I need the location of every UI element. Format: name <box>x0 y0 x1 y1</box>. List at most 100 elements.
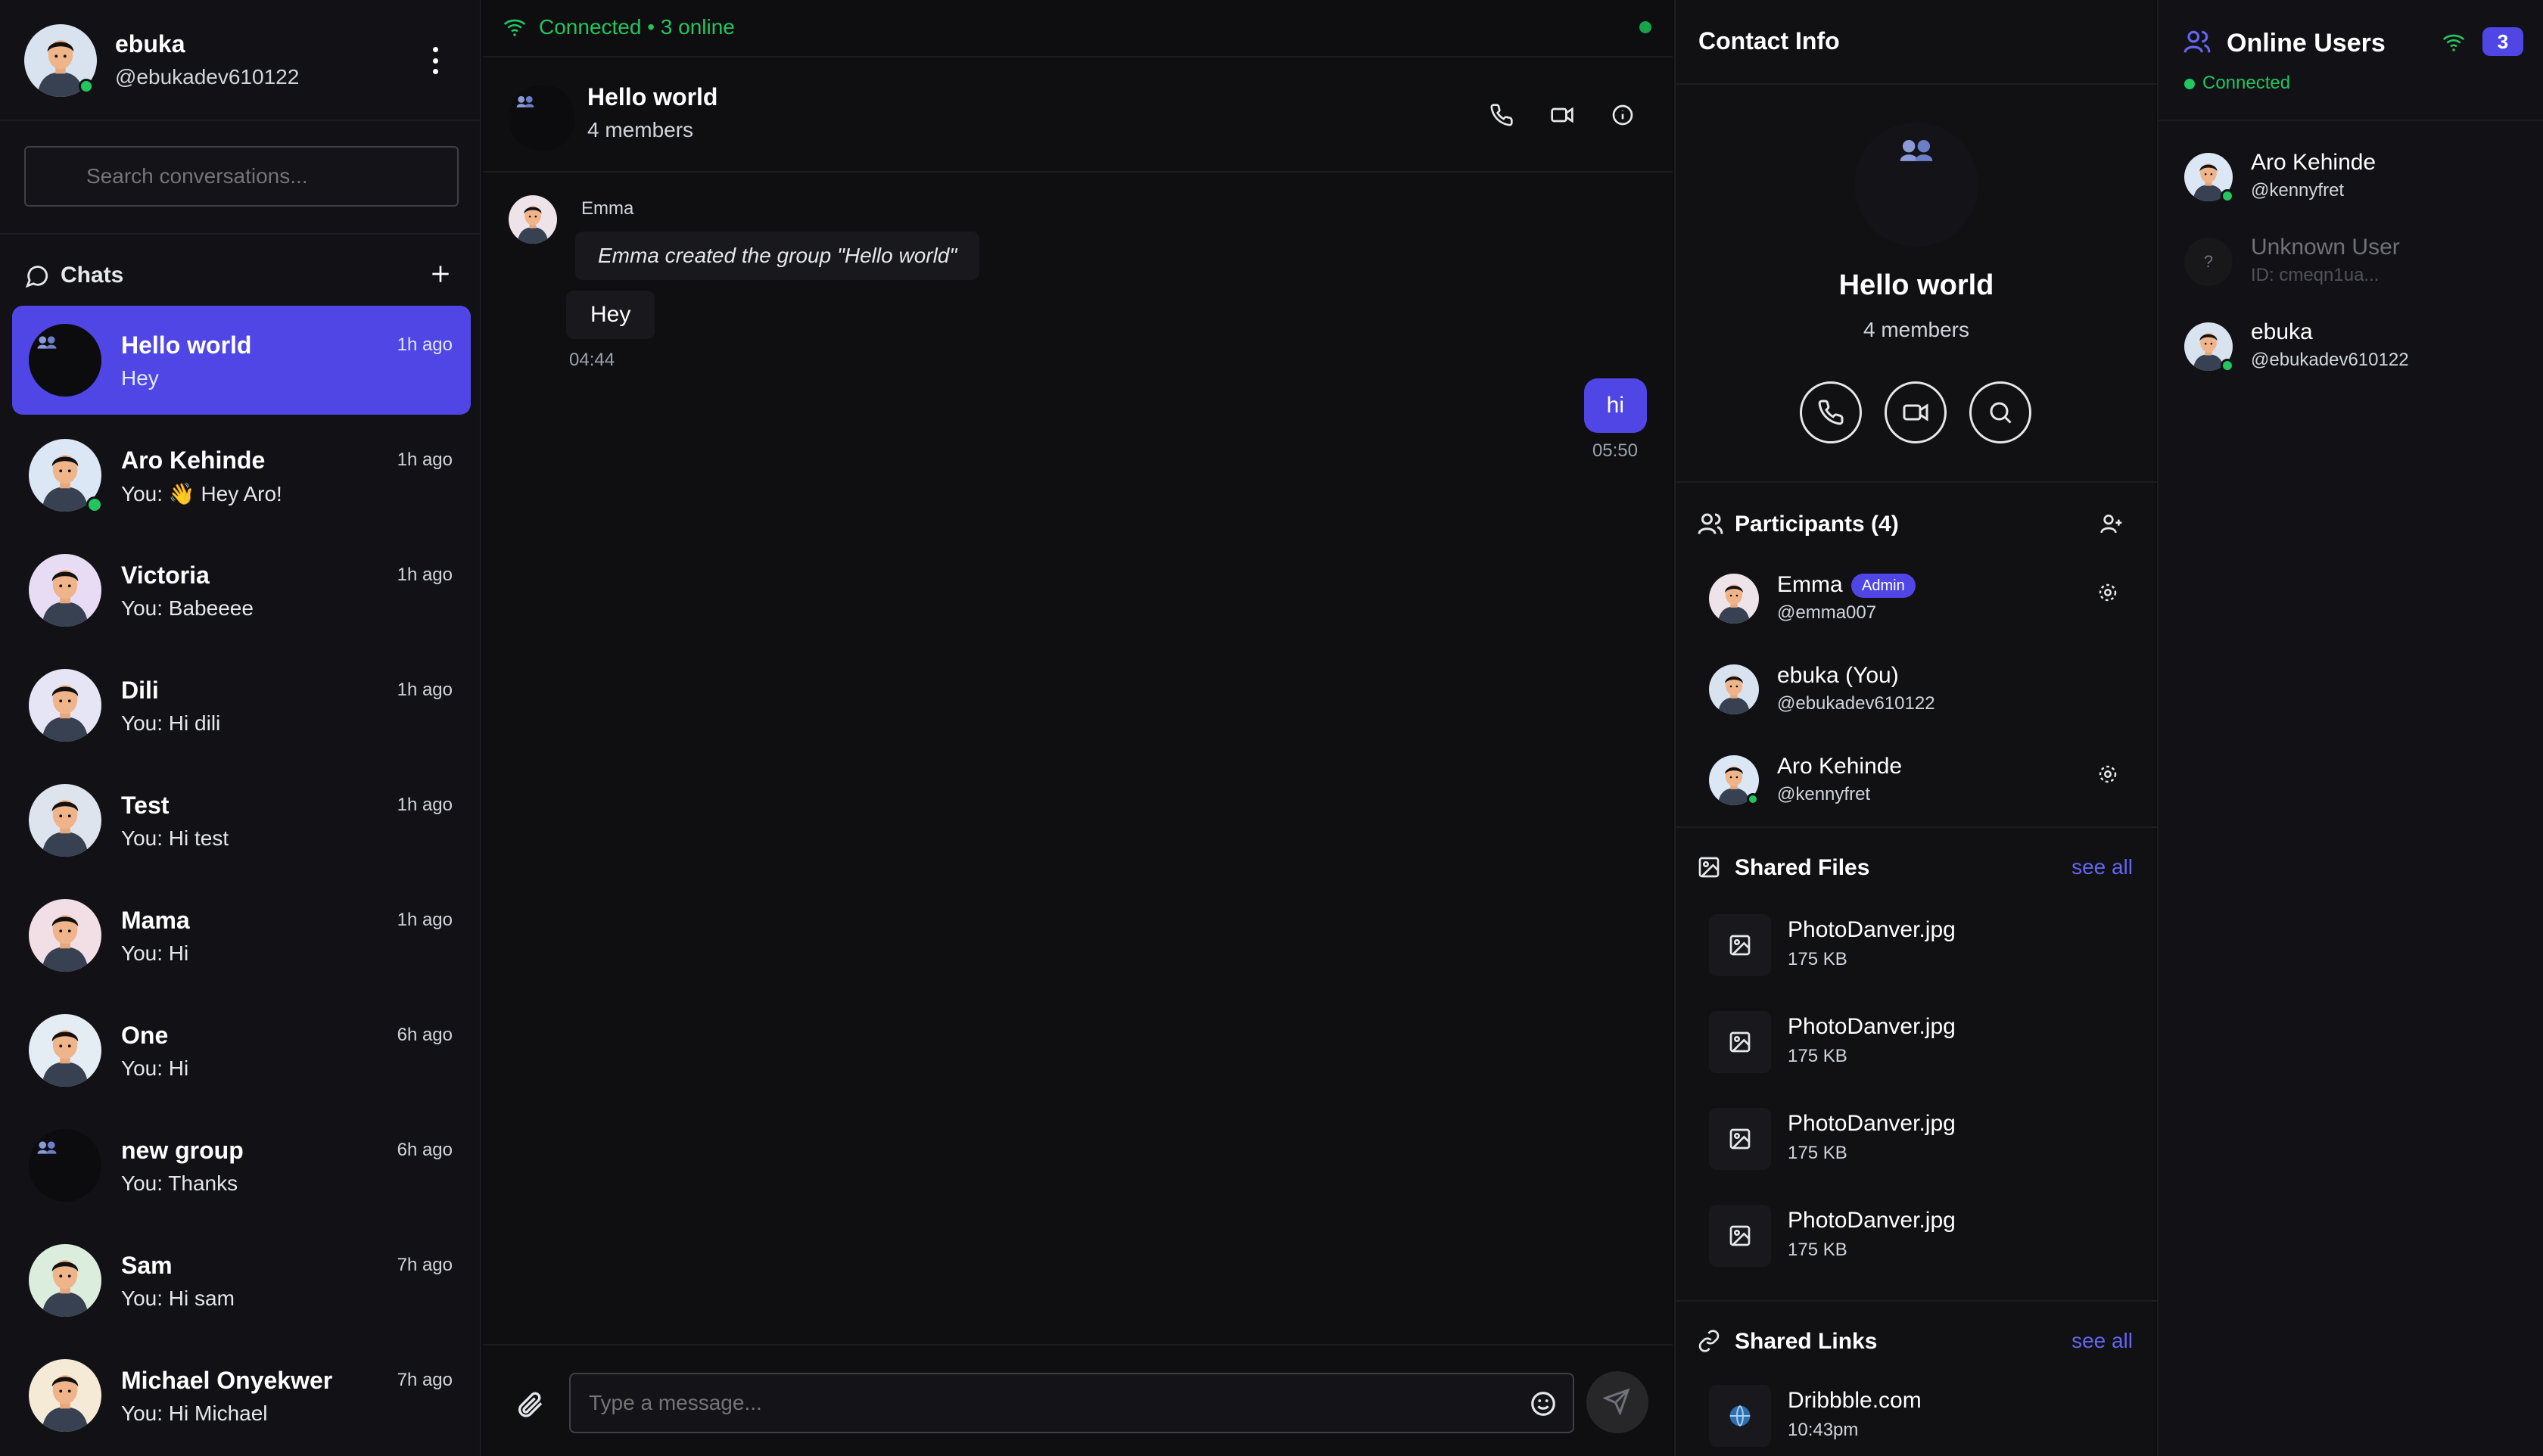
connection-status: Connected • 3 online <box>539 15 735 39</box>
conversation-item[interactable]: One You: Hi 6h ago <box>12 996 471 1105</box>
file-size: 175 KB <box>1788 1143 1847 1163</box>
current-user-handle: @ebukadev610122 <box>115 65 300 89</box>
message-time: 04:44 <box>569 350 615 370</box>
participant-item[interactable]: Emma Admin @emma007 <box>1676 558 2157 642</box>
divider <box>1676 1300 2157 1302</box>
conversation-time: 1h ago <box>397 565 453 585</box>
new-chat-plus-icon[interactable] <box>428 262 453 286</box>
group-avatar <box>29 324 101 397</box>
conversation-item[interactable]: new group You: Thanks 6h ago <box>12 1111 471 1220</box>
online-user-item[interactable]: ? Unknown User ID: cmeqn1ua... <box>2159 218 2543 301</box>
video-icon <box>1902 399 1929 426</box>
conversation-time: 7h ago <box>397 1255 453 1275</box>
emoji-icon[interactable] <box>1529 1389 1558 1418</box>
conversation-title: Hello world <box>587 83 718 110</box>
user-avatar <box>29 1014 101 1087</box>
participant-name: Emma <box>1777 572 1843 597</box>
conversations-sidebar: ebuka @ebukadev610122 Chats Hello world … <box>0 0 481 1456</box>
conversation-item[interactable]: Dili You: Hi dili 1h ago <box>12 651 471 760</box>
conversation-item[interactable]: Hello world Hey 1h ago <box>12 306 471 415</box>
conversation-time: 1h ago <box>397 910 453 930</box>
shared-file-item[interactable]: PhotoDanver.jpg 175 KB <box>1676 1196 2157 1279</box>
conversation-item[interactable]: Victoria You: Babeeee 1h ago <box>12 536 471 645</box>
conversation-preview: You: Hi Michael <box>121 1402 268 1425</box>
online-user-item[interactable]: Aro Kehinde @kennyfret <box>2159 133 2543 216</box>
online-status: Connected <box>2202 73 2291 93</box>
send-icon <box>1603 1388 1630 1415</box>
link-thumbnail <box>1709 1385 1771 1447</box>
divider <box>0 233 480 235</box>
online-user-item[interactable]: ebuka @ebukadev610122 <box>2159 303 2543 386</box>
search-button[interactable] <box>1969 381 2031 443</box>
group-avatar <box>29 1129 101 1202</box>
conversation-time: 7h ago <box>397 1370 453 1390</box>
conversation-item[interactable]: Aro Kehinde You: 👋 Hey Aro! 1h ago <box>12 421 471 530</box>
user-avatar <box>29 554 101 627</box>
send-button[interactable] <box>1586 1371 1648 1433</box>
divider <box>1676 481 2157 483</box>
gear-icon[interactable] <box>2096 581 2119 604</box>
conversation-time: 1h ago <box>397 795 453 815</box>
conversation-name: Victoria <box>121 562 210 589</box>
online-indicator <box>1747 793 1759 805</box>
shared-files-heading: Shared Files <box>1735 855 1870 880</box>
conversation-preview: You: Babeeee <box>121 596 254 620</box>
participant-item[interactable]: ebuka (You) @ebukadev610122 <box>1676 649 2157 733</box>
conversation-item[interactable]: Sam You: Hi sam 7h ago <box>12 1226 471 1335</box>
conversation-name: Dili <box>121 677 159 704</box>
image-icon <box>1697 855 1721 879</box>
participant-item[interactable]: Aro Kehinde @kennyfret <box>1676 740 2157 823</box>
shared-file-item[interactable]: PhotoDanver.jpg 175 KB <box>1676 905 2157 988</box>
current-user-name: ebuka <box>115 30 185 58</box>
search-icon <box>1987 399 2014 426</box>
conversation-name: Mama <box>121 907 190 934</box>
group-avatar[interactable] <box>509 85 575 151</box>
incoming-message[interactable]: Hey <box>566 291 655 339</box>
outgoing-message[interactable]: hi <box>1583 378 1647 433</box>
conversation-item[interactable]: Michael Onyekwer You: Hi Michael 7h ago <box>12 1341 471 1450</box>
conversation-preview: You: Thanks <box>121 1171 238 1195</box>
shared-file-item[interactable]: PhotoDanver.jpg 175 KB <box>1676 1099 2157 1182</box>
wifi-icon <box>501 15 528 39</box>
gear-icon[interactable] <box>2096 763 2119 786</box>
search-input[interactable] <box>24 146 459 207</box>
shared-file-item[interactable]: PhotoDanver.jpg 175 KB <box>1676 1002 2157 1085</box>
conversation-subtitle: 4 members <box>587 118 694 142</box>
add-user-icon[interactable] <box>2099 512 2124 536</box>
group-avatar <box>1854 123 1978 247</box>
video-icon[interactable] <box>1544 97 1580 133</box>
file-size: 175 KB <box>1788 1046 1847 1066</box>
online-users-panel: Online Users 3 Connected Aro Kehinde @ke… <box>2157 0 2543 1456</box>
file-thumbnail <box>1709 1205 1771 1267</box>
current-user-header: ebuka @ebukadev610122 <box>0 0 480 121</box>
attach-paperclip-icon[interactable] <box>515 1389 545 1420</box>
contact-info-title: Contact Info <box>1698 27 1840 54</box>
shared-links-heading: Shared Links <box>1735 1329 1878 1354</box>
call-button[interactable] <box>1800 381 1862 443</box>
conversation-preview: You: Hi sam <box>121 1286 235 1310</box>
participant-handle: @kennyfret <box>1777 784 1871 804</box>
conversation-name: Sam <box>121 1252 173 1279</box>
conversation-item[interactable]: Test You: Hi test 1h ago <box>12 766 471 875</box>
info-icon[interactable] <box>1605 97 1641 133</box>
link-name: Dribbble.com <box>1788 1388 1922 1413</box>
online-users-header: Online Users 3 Connected <box>2159 0 2543 121</box>
see-all-links-link[interactable]: see all <box>2071 1329 2133 1353</box>
see-all-files-link[interactable]: see all <box>2071 855 2133 879</box>
conversation-preview: Hey <box>121 366 159 390</box>
message-time: 05:50 <box>1592 440 1638 461</box>
user-handle: @ebukadev610122 <box>2251 350 2409 370</box>
phone-icon[interactable] <box>1483 97 1520 133</box>
conversation-item[interactable]: Mama You: Hi 1h ago <box>12 881 471 990</box>
conversation-preview: You: Hi dili <box>121 711 221 735</box>
user-name: Aro Kehinde <box>2251 150 2376 175</box>
message-input[interactable] <box>569 1373 1574 1433</box>
conversation-name: Hello world <box>121 331 252 359</box>
more-options-icon[interactable] <box>424 42 447 79</box>
user-name: Unknown User <box>2251 235 2400 260</box>
file-thumbnail <box>1709 1108 1771 1170</box>
shared-link-item[interactable]: Dribbble.com 10:43pm <box>1676 1376 2157 1456</box>
system-message: Emma created the group "Hello world" <box>575 232 980 280</box>
online-count-badge: 3 <box>2482 27 2523 56</box>
video-call-button[interactable] <box>1885 381 1947 443</box>
